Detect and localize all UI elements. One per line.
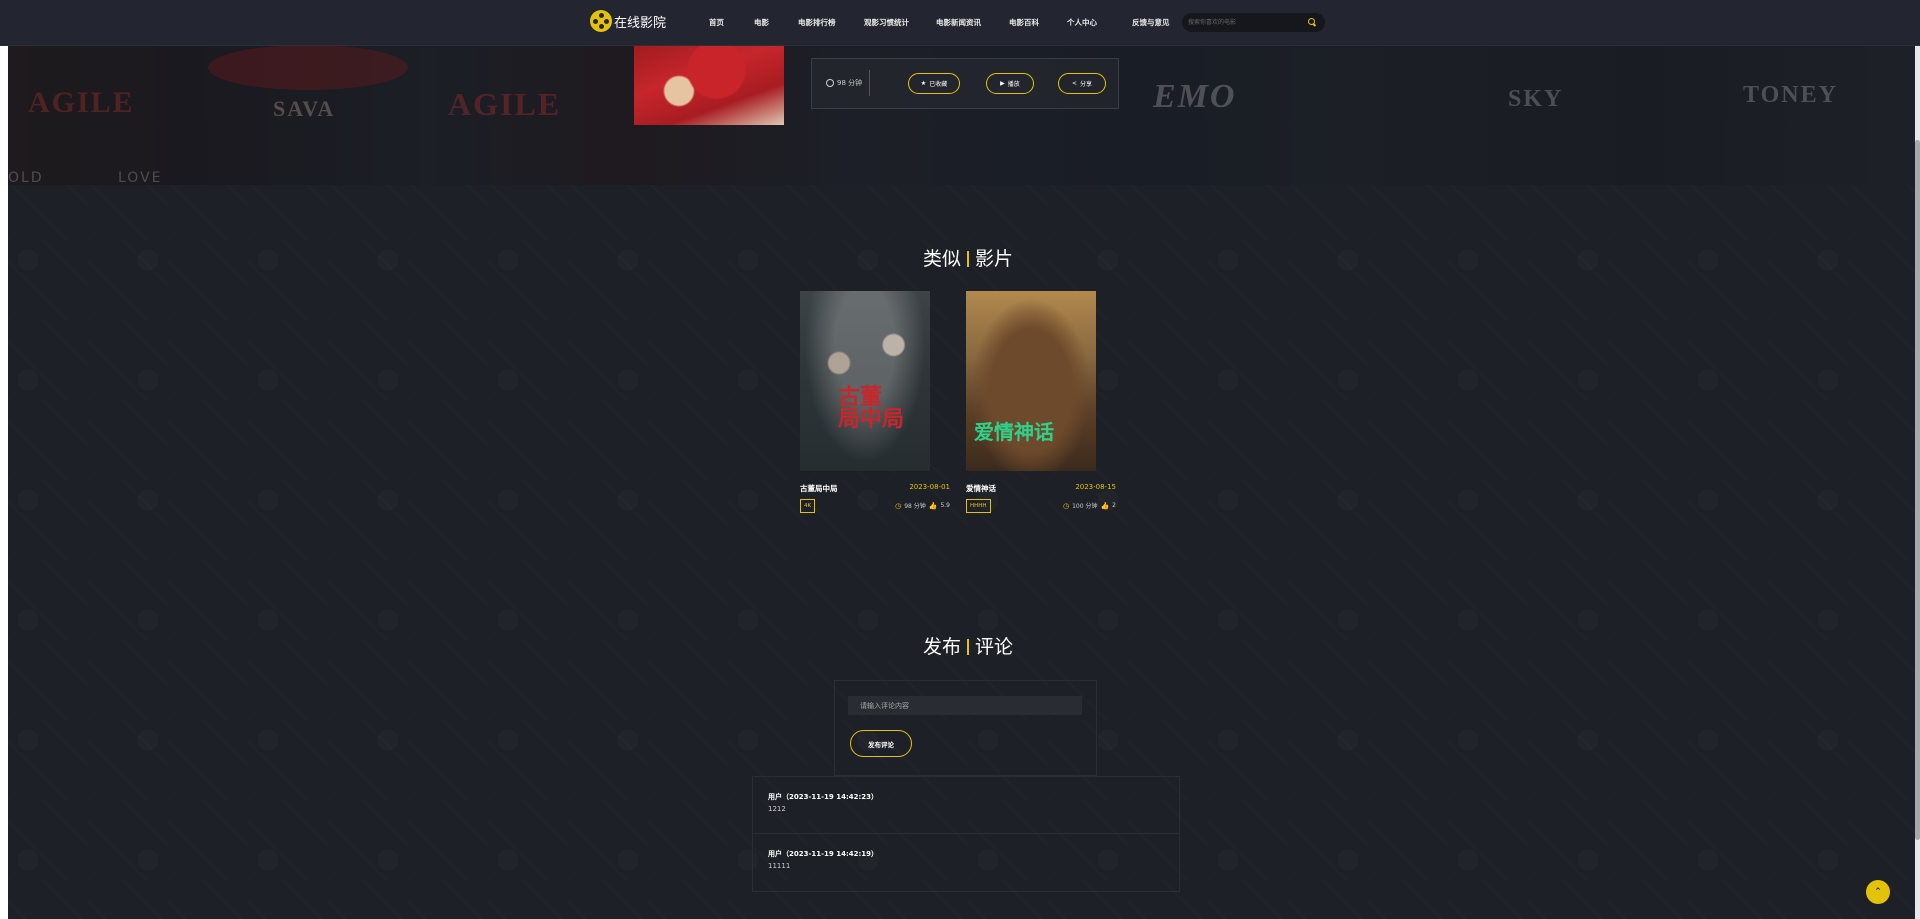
back-to-top-button[interactable]: ⌃: [1866, 880, 1890, 904]
hero-decoration: [208, 45, 408, 90]
movie-card-date: 2023-08-01: [909, 483, 950, 491]
logo-film-reel-icon: [590, 10, 612, 32]
hero-bg-word: SKY: [1508, 86, 1564, 112]
search-box: [1182, 13, 1325, 32]
share-icon: <: [1071, 80, 1077, 87]
comment-item: 用户（2023-11-19 14:42:19） 11111: [752, 834, 1180, 892]
movie-card[interactable]: 古董 局中局 古董局中局 2023-08-01 4K ◷ 98 分钟 👍 5.9: [800, 291, 950, 513]
duration-text: 98 分钟: [837, 79, 863, 87]
hero-bg-word: LOVE: [118, 170, 163, 186]
title-bar: [967, 251, 969, 267]
quality-badge: HHHH: [966, 499, 991, 513]
hero-bg-word: SAVA: [273, 96, 336, 121]
play-label: 播放: [1007, 81, 1020, 88]
search-icon[interactable]: [1308, 18, 1315, 25]
movie-card-name[interactable]: 古董局中局: [800, 483, 838, 494]
movie-card-poster[interactable]: 古董 局中局: [800, 291, 930, 471]
nav-viewing-stats[interactable]: 观影习惯统计: [864, 17, 909, 28]
movie-card-date: 2023-08-15: [1075, 483, 1116, 491]
nav-home[interactable]: 首页: [709, 17, 724, 28]
page-canvas: AGILE SAVA AGILE EMO SKY TONEY OLD LOVE …: [8, 0, 1915, 919]
collect-button[interactable]: ★ 已收藏: [908, 73, 960, 94]
left-gutter: [0, 0, 8, 919]
movie-card-duration: 100 分钟: [1072, 503, 1098, 510]
movie-card-name[interactable]: 爱情神话: [966, 483, 996, 494]
nav-movie-wiki[interactable]: 电影百科: [1009, 17, 1039, 28]
hero-bg-word: EMO: [1153, 78, 1237, 115]
hero-bg-word: AGILE: [448, 86, 562, 122]
movie-duration: 98 分钟: [826, 78, 862, 88]
comment-user: 用户（2023-11-19 14:42:19）: [768, 850, 879, 858]
comment-section-title: 发布 评论: [922, 636, 1014, 658]
movie-card-likes: 5.9: [940, 502, 950, 509]
nav-feedback[interactable]: 反馈与意见: [1132, 17, 1170, 28]
divider: [869, 70, 870, 96]
logo-text: 在线影院: [614, 15, 667, 31]
comment-text: 1212: [768, 805, 786, 813]
nav-movies[interactable]: 电影: [754, 17, 769, 28]
comment-input[interactable]: [848, 696, 1082, 715]
play-button[interactable]: ▶ 播放: [986, 73, 1034, 94]
nav-movie-news[interactable]: 电影新闻资讯: [936, 17, 981, 28]
movie-info-box: 98 分钟 ★ 已收藏 ▶ 播放 < 分享: [811, 58, 1119, 109]
comment-form: 发布评论: [834, 680, 1097, 776]
movie-card-meta: ◷ 100 分钟 👍 2: [1062, 501, 1116, 511]
scrollbar-thumb[interactable]: [1915, 140, 1920, 840]
thumbs-up-icon: 👍: [928, 501, 938, 510]
collect-label: 已收藏: [929, 81, 948, 88]
site-logo[interactable]: 在线影院: [590, 10, 666, 32]
publish-comment-button[interactable]: 发布评论: [850, 730, 912, 757]
comment-text: 11111: [768, 862, 791, 870]
search-input[interactable]: [1188, 15, 1298, 30]
comment-user: 用户（2023-11-19 14:42:23）: [768, 793, 879, 801]
top-navbar: 在线影院 首页 电影 电影排行榜 观影习惯统计 电影新闻资讯 电影百科 个人中心…: [0, 0, 1920, 46]
thumbs-up-icon: 👍: [1100, 501, 1110, 510]
title-bar: [967, 639, 969, 655]
movie-card[interactable]: 爱情神话 爱情神话 2023-08-15 HHHH ◷ 100 分钟 👍 2: [966, 291, 1116, 513]
scrollbar[interactable]: [1915, 0, 1920, 919]
movie-card-meta: ◷ 98 分钟 👍 5.9: [895, 501, 950, 511]
nav-personal-center[interactable]: 个人中心: [1067, 17, 1097, 28]
movie-card-duration: 98 分钟: [904, 503, 926, 510]
star-icon: ★: [920, 80, 927, 87]
share-button[interactable]: < 分享: [1058, 73, 1106, 94]
clock-icon: ◷: [895, 501, 902, 510]
clock-icon: ◷: [1062, 501, 1070, 510]
chevron-up-icon: ⌃: [1874, 887, 1882, 897]
similar-section-title: 类似 影片: [922, 248, 1014, 270]
share-label: 分享: [1080, 81, 1093, 88]
clock-icon: [826, 79, 834, 87]
play-icon: ▶: [1000, 80, 1005, 87]
movie-card-likes: 2: [1112, 502, 1116, 509]
poster-title: 古董 局中局: [838, 384, 905, 432]
poster-title: 爱情神话: [974, 420, 1054, 444]
hero-bg-word: AGILE: [28, 86, 135, 119]
nav-rankings[interactable]: 电影排行榜: [798, 17, 836, 28]
movie-poster: [634, 40, 784, 125]
movie-card-poster[interactable]: 爱情神话: [966, 291, 1096, 471]
quality-badge: 4K: [800, 499, 816, 513]
comment-list: 用户（2023-11-19 14:42:23） 1212 用户（2023-11-…: [752, 776, 1180, 892]
hero-bg-word: OLD: [8, 170, 44, 186]
comment-item: 用户（2023-11-19 14:42:23） 1212: [752, 776, 1180, 834]
hero-bg-word: TONEY: [1743, 82, 1838, 108]
